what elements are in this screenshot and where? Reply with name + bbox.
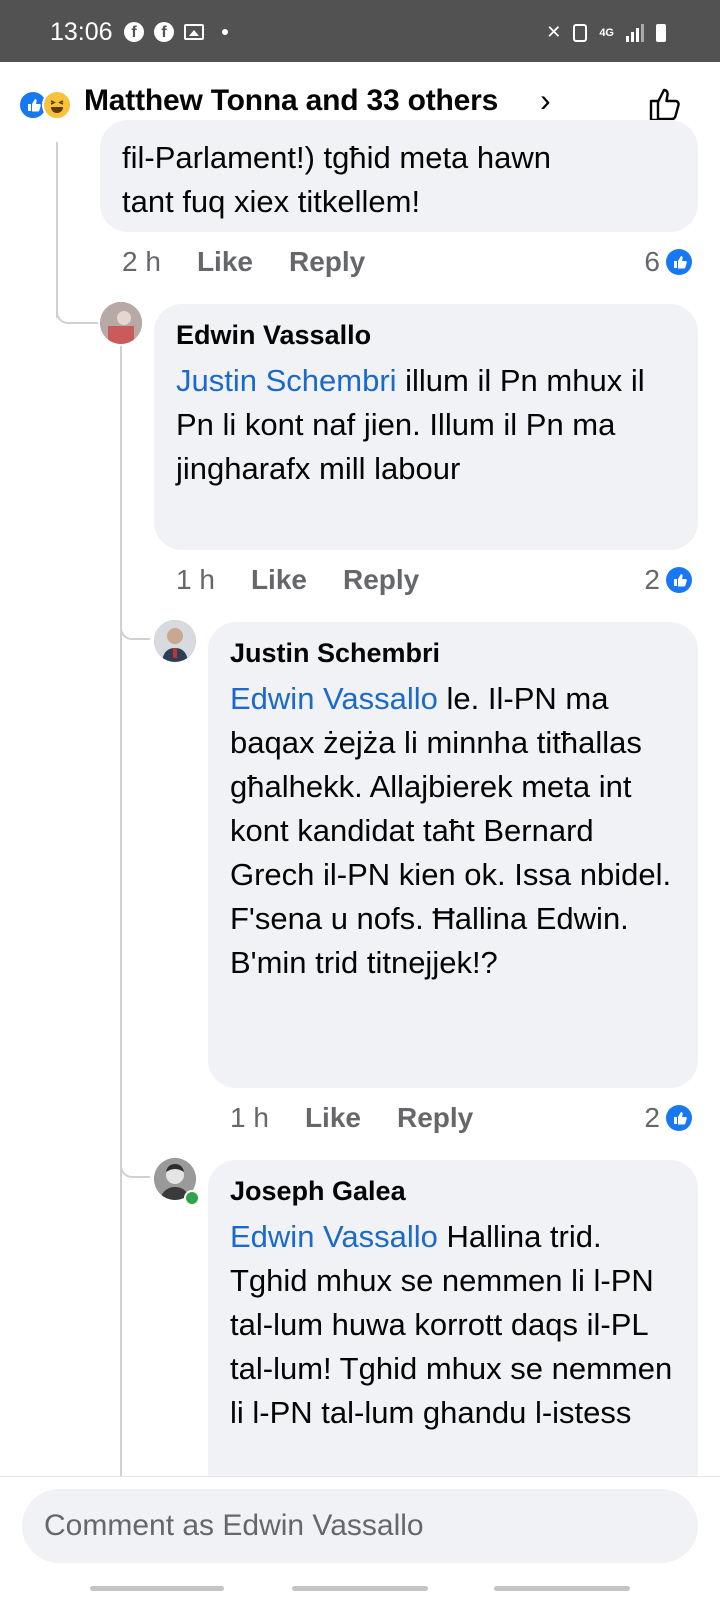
comment-input[interactable]: Comment as Edwin Vassallo <box>22 1489 698 1563</box>
comment-text: fil-Parlament!) tgħid meta hawn tant fuq… <box>122 136 551 224</box>
like-button[interactable]: Like <box>251 564 307 596</box>
like-button[interactable]: Like <box>305 1102 361 1134</box>
like-icon <box>666 249 692 275</box>
like-icon <box>666 567 692 593</box>
comment-bubble[interactable]: Edwin Vassallo Justin Schembri illum il … <box>154 304 698 550</box>
network-type-label: 4G <box>599 26 614 39</box>
thumbs-up-outline-icon[interactable] <box>648 84 684 124</box>
avatar[interactable] <box>100 302 142 344</box>
mention-link[interactable]: Edwin Vassallo <box>230 1219 438 1254</box>
reply-button[interactable]: Reply <box>289 246 365 278</box>
status-time: 13:06 <box>50 18 113 46</box>
chevron-right-icon[interactable]: › <box>540 82 551 119</box>
mention-link[interactable]: Justin Schembri <box>176 363 397 398</box>
reply-button[interactable]: Reply <box>397 1102 473 1134</box>
haha-icon <box>42 90 72 120</box>
mute-icon: ✕ <box>546 22 562 42</box>
nav-back-button[interactable] <box>494 1586 630 1591</box>
comment-text-line: fil-Parlament!) tgħid meta hawn <box>122 140 552 175</box>
comment-time: 1 h <box>230 1102 269 1133</box>
thread-connector <box>120 598 150 640</box>
comment-text: Justin Schembri illum il Pn mhux il Pn l… <box>176 359 676 491</box>
thread-connector <box>120 1134 150 1178</box>
reaction-icons <box>18 90 78 120</box>
comment-time: 1 h <box>176 564 215 595</box>
thread-line <box>120 346 122 1476</box>
image-notification-icon <box>184 24 204 40</box>
comment-bubble[interactable]: Joseph Galea Edwin Vassallo Hallina trid… <box>208 1160 698 1500</box>
like-icon <box>666 1105 692 1131</box>
mention-link[interactable]: Edwin Vassallo <box>230 681 438 716</box>
comment-author[interactable]: Joseph Galea <box>230 1176 676 1207</box>
status-system-icons: ✕ 4G <box>546 22 666 43</box>
reply-button[interactable]: Reply <box>343 564 419 596</box>
more-notifications-icon <box>222 29 228 35</box>
comment-text: Edwin Vassallo le. Il-PN ma baqax żejża … <box>230 677 676 985</box>
comment-time: 2 h <box>122 246 161 277</box>
status-notification-icons: f f <box>124 22 228 42</box>
signal-icon <box>626 23 644 42</box>
system-navigation-bar <box>0 1576 720 1600</box>
reactions-summary-title[interactable]: Matthew Tonna and 33 others <box>84 84 498 118</box>
nav-home-button[interactable] <box>292 1586 428 1591</box>
comment-body: le. Il-PN ma baqax żejża li minnha titħa… <box>230 681 672 980</box>
online-status-dot <box>184 1190 200 1206</box>
like-count-value: 2 <box>644 1102 660 1133</box>
comment-author[interactable]: Justin Schembri <box>230 638 676 669</box>
comment-text: Edwin Vassallo Hallina trid. Tghid mhux … <box>230 1215 676 1435</box>
lock-icon <box>573 23 588 42</box>
like-button[interactable]: Like <box>197 246 253 278</box>
thread-connector <box>56 280 98 324</box>
facebook-notification-icon: f <box>124 22 144 42</box>
avatar[interactable] <box>154 620 196 662</box>
like-count[interactable]: 6 <box>644 246 692 278</box>
comment-text-line: tant fuq xiex titkellem! <box>122 184 421 219</box>
comment-composer-bar: Comment as Edwin Vassallo <box>0 1476 720 1577</box>
comment-actions: 1 h Like Reply <box>230 1102 473 1134</box>
nav-recents-button[interactable] <box>90 1586 224 1591</box>
like-count[interactable]: 2 <box>644 1102 692 1134</box>
battery-icon <box>656 23 666 42</box>
comment-bubble[interactable]: Justin Schembri Edwin Vassallo le. Il-PN… <box>208 622 698 1088</box>
status-bar: 13:06 f f ✕ 4G <box>0 0 720 62</box>
comment-author[interactable]: Edwin Vassallo <box>176 320 676 351</box>
comment-actions: 2 h Like Reply <box>122 246 365 278</box>
like-count-value: 6 <box>644 246 660 277</box>
like-count-value: 2 <box>644 564 660 595</box>
like-count[interactable]: 2 <box>644 564 692 596</box>
comment-actions: 1 h Like Reply <box>176 564 419 596</box>
facebook-notification-icon: f <box>154 22 174 42</box>
